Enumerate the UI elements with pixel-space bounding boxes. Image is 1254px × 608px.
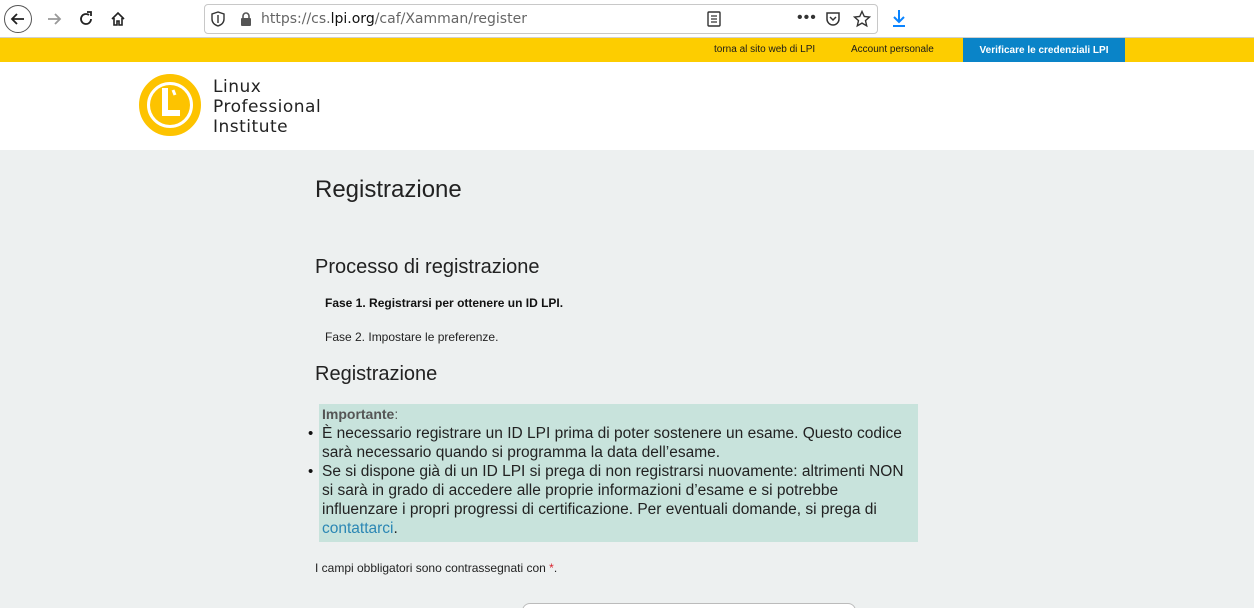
pocket-icon[interactable]	[825, 11, 841, 32]
verify-credentials-button[interactable]: Verificare le credenziali LPI	[963, 38, 1125, 62]
home-icon	[111, 11, 125, 26]
form-container-edge	[522, 603, 856, 608]
lock-icon[interactable]	[239, 11, 253, 32]
step-2-text: Fase 2. Impostare le preferenze.	[325, 330, 499, 344]
logo-line-3: Institute	[213, 117, 289, 137]
download-icon[interactable]	[889, 8, 909, 33]
process-heading: Processo di registrazione	[315, 256, 540, 278]
browser-toolbar: https://cs.lpi.org/caf/Xamman/register •…	[0, 0, 1254, 38]
lpi-logo-icon[interactable]	[138, 73, 202, 137]
site-header: Linux Professional Institute	[0, 62, 1254, 150]
notice-list: È necessario registrare un ID LPI prima …	[308, 424, 918, 538]
notice-item-2: Se si dispone già di un ID LPI si prega …	[308, 462, 918, 538]
important-notice: Importante: È necessario registrare un I…	[308, 404, 918, 542]
contact-us-link[interactable]: contattarci	[322, 520, 394, 537]
required-note-end: .	[553, 561, 558, 575]
address-bar[interactable]: https://cs.lpi.org/caf/Xamman/register •…	[204, 4, 878, 34]
logo-line-2: Professional	[213, 97, 322, 117]
tracking-shield-icon[interactable]	[211, 11, 225, 32]
utility-bar: torna al sito web di LPI Account persona…	[0, 38, 1254, 62]
reload-button[interactable]	[72, 5, 100, 33]
logo-wordmark[interactable]: Linux Professional Institute	[213, 77, 321, 137]
page-title: Registrazione	[315, 176, 462, 203]
notice-heading: Importante:	[322, 406, 398, 422]
required-fields-note: I campi obbligatori sono contrassegnati …	[315, 561, 557, 575]
step-1-text: Fase 1. Registrarsi per ottenere un ID L…	[325, 296, 564, 310]
registration-heading: Registrazione	[315, 363, 438, 385]
bookmark-star-icon[interactable]	[852, 9, 872, 33]
back-button[interactable]	[4, 5, 32, 33]
notice-colon: :	[394, 406, 399, 422]
notice-item-1: È necessario registrare un ID LPI prima …	[308, 424, 918, 462]
logo-line-1: Linux	[213, 77, 262, 97]
arrow-left-icon	[10, 13, 24, 25]
lpi-site-link[interactable]: torna al sito web di LPI	[714, 44, 815, 55]
home-button[interactable]	[104, 5, 132, 33]
reload-icon	[80, 11, 92, 25]
notice-item-2-end: .	[393, 520, 398, 537]
arrow-right-icon	[48, 13, 62, 25]
url-text[interactable]: https://cs.lpi.org/caf/Xamman/register	[261, 11, 527, 27]
required-note-text: I campi obbligatori sono contrassegnati …	[315, 561, 550, 575]
more-actions-icon[interactable]: •••	[797, 9, 817, 27]
notice-label: Importante	[322, 406, 395, 422]
notice-item-2-text: Se si dispone già di un ID LPI si prega …	[322, 463, 904, 518]
reader-view-icon[interactable]	[707, 11, 721, 32]
forward-button[interactable]	[40, 5, 68, 33]
personal-account-link[interactable]: Account personale	[851, 44, 934, 55]
